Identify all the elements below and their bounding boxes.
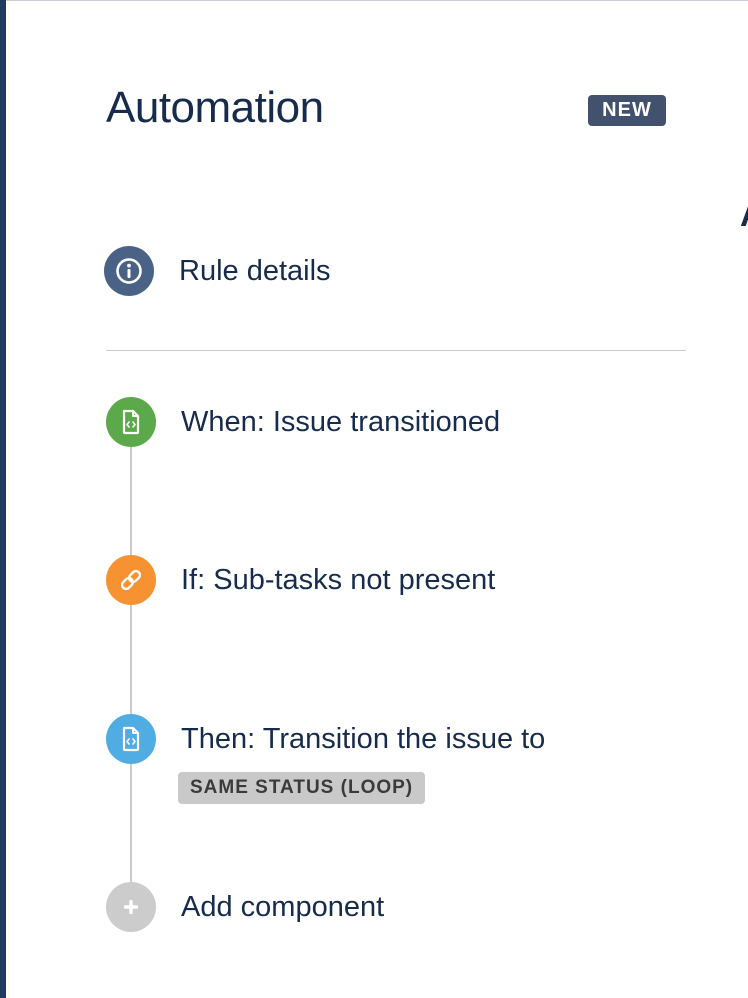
step-connector: [130, 603, 132, 720]
trigger-step[interactable]: When: Issue transitioned: [106, 397, 500, 447]
add-component-button[interactable]: Add component: [106, 882, 384, 932]
add-component-label: Add component: [181, 890, 385, 923]
info-icon: [104, 246, 154, 296]
issue-code-icon: [106, 397, 156, 447]
trigger-step-label: When: Issue transitioned: [181, 405, 501, 438]
clipped-edge-text: A: [740, 198, 748, 232]
link-icon: [106, 555, 156, 605]
page-title: Automation: [106, 83, 324, 132]
status-lozenge: SAME STATUS (LOOP): [178, 772, 426, 804]
divider: [106, 350, 686, 351]
rule-details-item[interactable]: Rule details: [104, 246, 331, 296]
action-step[interactable]: Then: Transition the issue to: [106, 714, 545, 764]
action-step-label: Then: Transition the issue to: [181, 722, 546, 755]
left-border: [0, 0, 6, 998]
top-border: [6, 0, 748, 1]
rule-details-label: Rule details: [179, 254, 331, 287]
issue-code-icon: [106, 714, 156, 764]
plus-icon: [106, 882, 156, 932]
new-badge: NEW: [588, 95, 666, 126]
condition-step-label: If: Sub-tasks not present: [181, 563, 496, 596]
step-connector: [130, 445, 132, 561]
condition-step[interactable]: If: Sub-tasks not present: [106, 555, 495, 605]
step-connector: [130, 762, 132, 887]
